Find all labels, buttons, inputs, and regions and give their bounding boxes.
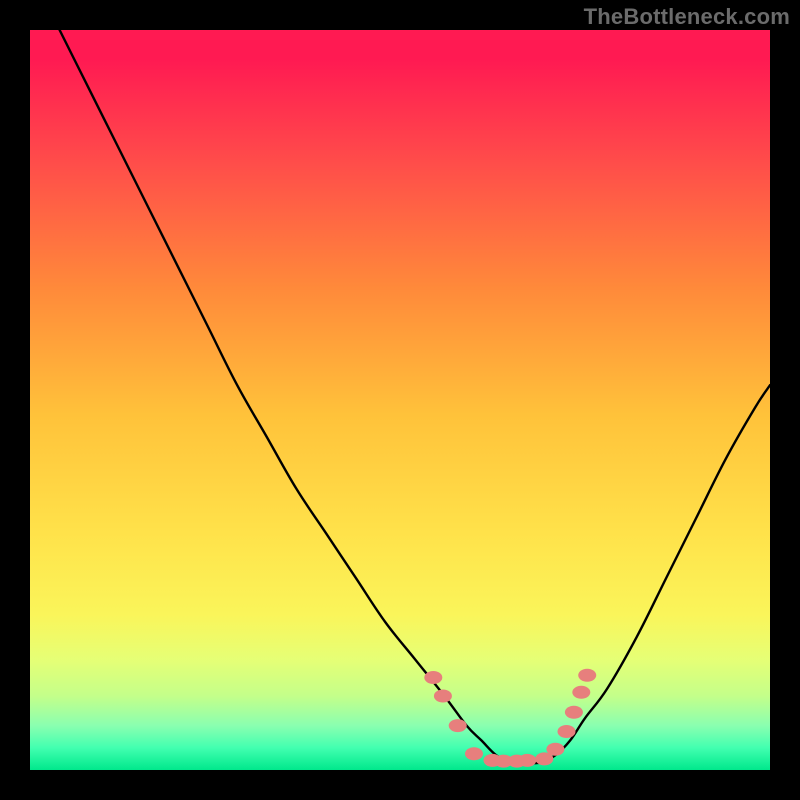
bottleneck-curve: [30, 30, 770, 763]
threshold-dot: [558, 725, 576, 738]
threshold-dot: [565, 706, 583, 719]
chart-frame: TheBottleneck.com: [0, 0, 800, 800]
threshold-dot: [424, 671, 442, 684]
curve-group: [30, 30, 770, 763]
threshold-dot: [578, 669, 596, 682]
threshold-dot: [572, 686, 590, 699]
threshold-dot: [434, 690, 452, 703]
threshold-dot: [465, 747, 483, 760]
watermark-text: TheBottleneck.com: [584, 4, 790, 30]
plot-area: [30, 30, 770, 770]
threshold-dot: [546, 743, 564, 756]
threshold-dots-group: [424, 669, 596, 768]
threshold-dot: [449, 719, 467, 732]
threshold-dot: [518, 754, 536, 767]
bottleneck-chart-svg: [30, 30, 770, 770]
